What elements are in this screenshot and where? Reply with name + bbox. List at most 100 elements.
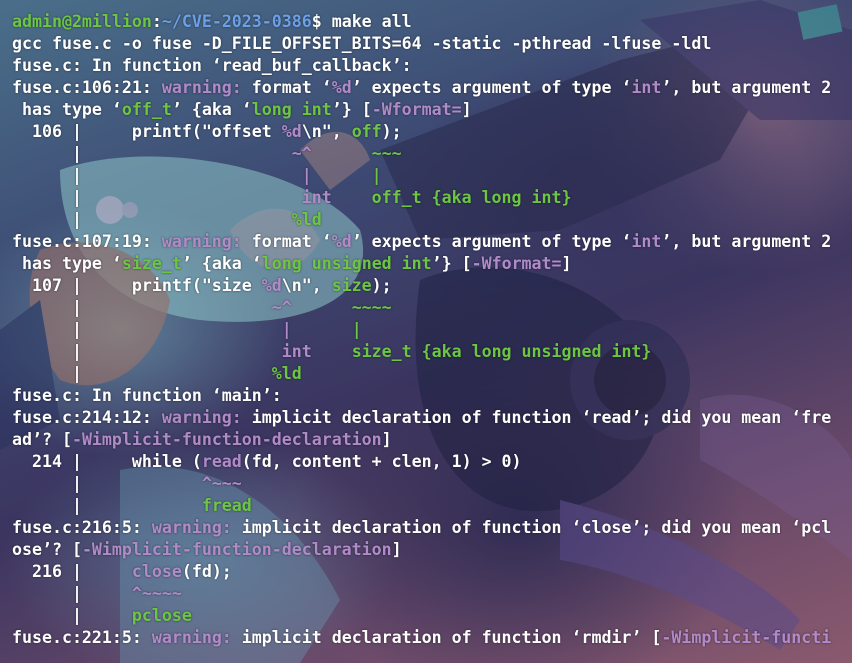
gutter: | <box>12 364 272 383</box>
line-text: fuse.c:221:5: <box>12 628 152 647</box>
type-text: long unsigned int <box>261 254 432 273</box>
terminal-line: | pclose <box>12 605 831 627</box>
gutter: | <box>12 606 132 625</box>
terminal-line: fuse.c:216:5: warning: implicit declarat… <box>12 517 831 539</box>
type-hint: int <box>301 188 332 207</box>
line-text: ’} [ <box>431 254 472 273</box>
line-text: implicit declaration of function ‘read’;… <box>251 408 832 427</box>
terminal-line: fuse.c:107:19: warning: format ‘%d’ expe… <box>12 231 831 253</box>
pipe-marker: | <box>301 166 312 185</box>
line-text: ’ expects argument of type ‘ <box>351 232 632 251</box>
prompt-path: ~/CVE-2023-0386 <box>161 12 312 31</box>
line-text: fuse.c:107:19: <box>12 232 162 251</box>
terminal-line: fuse.c:221:5: warning: implicit declarat… <box>12 627 831 649</box>
code-line: \n", <box>281 276 332 295</box>
gutter: | <box>12 584 132 603</box>
terminal-line: ose’? [-Wimplicit-function-declaration] <box>12 539 831 561</box>
code-line: ); <box>381 122 402 141</box>
caret-marker: ~^ <box>271 298 292 317</box>
line-text: implicit declaration of function ‘rmdir’… <box>241 628 662 647</box>
code-line: ); <box>371 276 392 295</box>
warning-label: warning: <box>151 518 242 537</box>
pipe-marker: | <box>281 320 292 339</box>
code-line: \n", <box>301 122 352 141</box>
line-text: fuse.c: In function ‘main’: <box>12 386 282 405</box>
terminal-line: fuse.c: In function ‘main’: <box>12 385 831 407</box>
line-text: ] <box>381 430 392 449</box>
line-text: ] <box>461 100 472 119</box>
fix-suggestion: %ld <box>271 364 302 383</box>
terminal-line: has type ‘off_t’ {aka ‘long int’} [-Wfor… <box>12 99 831 121</box>
terminal-line: has type ‘size_t’ {aka ‘long unsigned in… <box>12 253 831 275</box>
highlight-text: read <box>201 452 242 471</box>
code-line: 214 | while ( <box>12 452 202 471</box>
line-text: fuse.c:106:21: <box>12 78 162 97</box>
terminal-line: | %ld <box>12 209 831 231</box>
terminal-line: | int size_t {aka long unsigned int} <box>12 341 831 363</box>
line-text: fuse.c:214:12: <box>12 408 162 427</box>
warning-flag: -Wimplicit-function-declaration <box>81 540 392 559</box>
line-text: fuse.c: In function ‘read_buf_callback’: <box>12 56 412 75</box>
terminal-window[interactable]: admin@2million:~/CVE-2023-0386$ make all… <box>0 0 852 663</box>
highlight-text: %d <box>331 78 352 97</box>
code-line: 216 | <box>12 562 132 581</box>
warning-label: warning: <box>161 232 252 251</box>
line-text: format ‘ <box>251 232 332 251</box>
gutter: | <box>12 320 282 339</box>
highlight-text: %d <box>261 276 282 295</box>
line-text: has type ‘ <box>12 254 122 273</box>
highlight-text: int <box>631 232 662 251</box>
gutter: | <box>12 144 292 163</box>
terminal-line: | int off_t {aka long int} <box>12 187 831 209</box>
terminal-line: 214 | while (read(fd, content + clen, 1)… <box>12 451 831 473</box>
terminal-line: | ^~~~ <box>12 473 831 495</box>
line-text: ] <box>391 540 402 559</box>
gutter: | <box>12 342 282 361</box>
type-hint: off_t {aka long int} <box>371 188 572 207</box>
gutter: | <box>12 496 202 515</box>
fix-suggestion: fread <box>201 496 252 515</box>
prompt-command: $ make all <box>311 12 412 31</box>
warning-label: warning: <box>161 408 252 427</box>
line-text: has type ‘ <box>12 100 122 119</box>
caret-marker: ~^ <box>291 144 312 163</box>
code-line: 106 | printf("offset <box>12 122 282 141</box>
prompt-user-host: admin@2million <box>12 12 152 31</box>
type-hint: size_t {aka long unsigned int} <box>351 342 652 361</box>
highlight-text: %d <box>281 122 302 141</box>
terminal-line: fuse.c: In function ‘read_buf_callback’: <box>12 55 831 77</box>
line-text: ’, but argument 2 <box>661 232 832 251</box>
line-text: ] <box>561 254 572 273</box>
line-text: ’ expects argument of type ‘ <box>351 78 632 97</box>
pipe-marker: | <box>371 166 382 185</box>
code-line: (fd, content + clen, 1) > 0) <box>241 452 522 471</box>
terminal-line: gcc fuse.c -o fuse -D_FILE_OFFSET_BITS=6… <box>12 33 831 55</box>
terminal-line: | fread <box>12 495 831 517</box>
terminal-line: fuse.c:106:21: warning: format ‘%d’ expe… <box>12 77 831 99</box>
terminal-line: | | | <box>12 165 831 187</box>
warning-label: warning: <box>151 628 242 647</box>
prompt-separator: : <box>151 12 162 31</box>
gutter: | <box>12 166 302 185</box>
warning-flag: -Wformat= <box>371 100 462 119</box>
fix-suggestion: pclose <box>131 606 192 625</box>
gutter: | <box>12 298 272 317</box>
type-text: off_t <box>121 100 172 119</box>
terminal-line: ad’? [-Wimplicit-function-declaration] <box>12 429 831 451</box>
terminal-line: | %ld <box>12 363 831 385</box>
fix-suggestion: %ld <box>291 210 322 229</box>
terminal-line: fuse.c:214:12: warning: implicit declara… <box>12 407 831 429</box>
terminal-line: 216 | close(fd); <box>12 561 831 583</box>
terminal-line: | ~^ ~~~~ <box>12 297 831 319</box>
highlight-text: close <box>131 562 182 581</box>
warning-flag: -Wimplicit-function-declaration <box>71 430 382 449</box>
warning-flag: -Wformat= <box>471 254 562 273</box>
terminal-output: admin@2million:~/CVE-2023-0386$ make all… <box>12 11 831 649</box>
line-text: ’, but argument 2 <box>661 78 832 97</box>
line-text: implicit declaration of function ‘close’… <box>241 518 832 537</box>
gutter: | <box>12 474 202 493</box>
line-text: ’ {aka ‘ <box>171 100 252 119</box>
